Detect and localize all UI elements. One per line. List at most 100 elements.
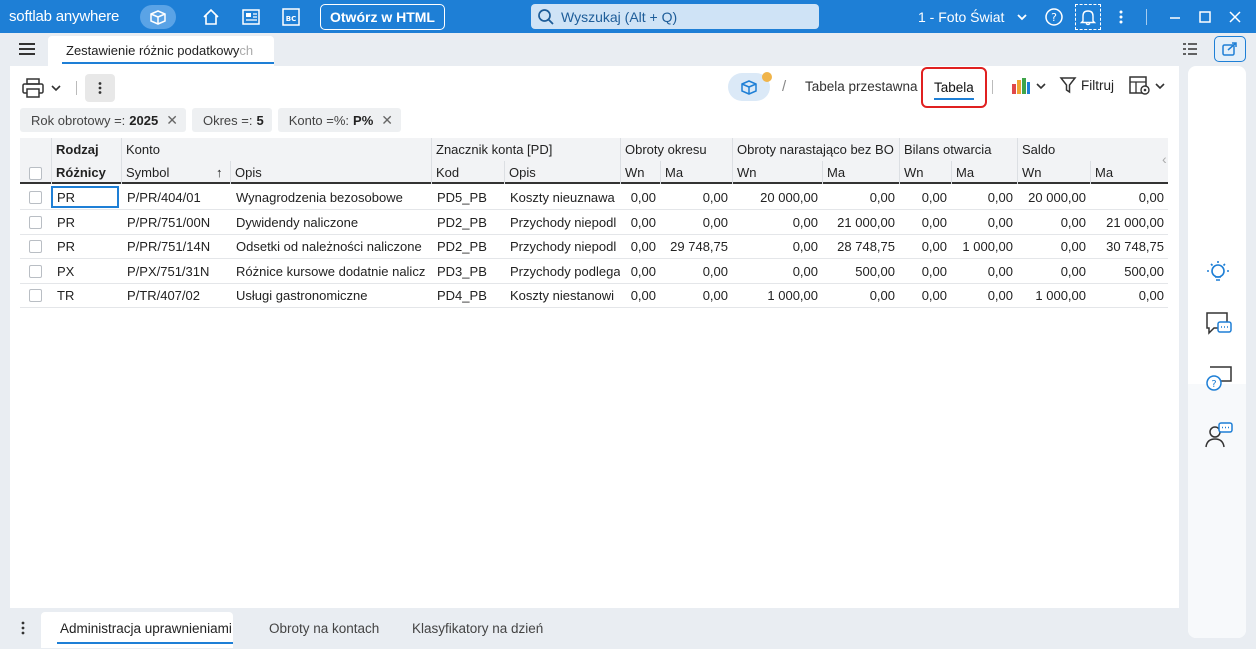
- cell-opis[interactable]: Różnice kursowe dodatnie nalicz: [230, 260, 431, 284]
- notifications-button[interactable]: [1073, 0, 1103, 33]
- question-chat-icon[interactable]: ?: [1204, 364, 1234, 397]
- cell-rodzaj[interactable]: PR: [51, 235, 121, 259]
- header-konto[interactable]: Konto: [121, 138, 431, 161]
- cell-on-wn[interactable]: 1 000,00: [732, 284, 822, 308]
- header-opis[interactable]: Opis: [230, 161, 431, 184]
- header-s-ma[interactable]: Ma: [1090, 161, 1168, 184]
- header-bilans-otwarcia[interactable]: Bilans otwarcia: [899, 138, 1017, 161]
- cell-oo-ma[interactable]: 0,00: [660, 260, 732, 284]
- header-symbol[interactable]: Symbol: [121, 161, 214, 184]
- header-on-wn[interactable]: Wn: [732, 161, 822, 184]
- cell-oo-ma[interactable]: 29 748,75: [660, 235, 732, 259]
- cell-on-wn[interactable]: 20 000,00: [732, 186, 822, 210]
- cell-opis[interactable]: Odsetki od należności naliczone: [230, 235, 431, 259]
- filter-button[interactable]: Filtruj: [1059, 76, 1114, 94]
- table-row[interactable]: PR P/PR/404/01 Wynagrodzenia bezosobowe PD5…: [20, 186, 1168, 210]
- header-on-ma[interactable]: Ma: [822, 161, 899, 184]
- cell-opis2[interactable]: Przychody niepodl: [504, 211, 620, 235]
- more-vertical-icon[interactable]: [1106, 0, 1136, 33]
- cell-on-ma[interactable]: 28 748,75: [822, 235, 899, 259]
- cell-bo-ma[interactable]: 0,00: [951, 186, 1017, 210]
- tab-pivot-table[interactable]: Tabela przestawna: [805, 79, 918, 94]
- share-button[interactable]: [1214, 36, 1246, 62]
- cell-opis2[interactable]: Przychody niepodl: [504, 235, 620, 259]
- newspaper-icon[interactable]: [234, 2, 268, 32]
- header-s-wn[interactable]: Wn: [1017, 161, 1090, 184]
- cell-bo-wn[interactable]: 0,00: [899, 211, 951, 235]
- cube-view-button[interactable]: [728, 72, 772, 101]
- cell-opis[interactable]: Dywidendy naliczone: [230, 211, 431, 235]
- select-all-checkbox[interactable]: [29, 167, 42, 180]
- cell-s-ma[interactable]: 500,00: [1090, 260, 1168, 284]
- filter-chip-year[interactable]: Rok obrotowy =: 2025 ✕: [20, 108, 186, 132]
- support-agent-icon[interactable]: [1204, 420, 1234, 453]
- cell-oo-wn[interactable]: 0,00: [620, 260, 660, 284]
- close-icon[interactable]: ✕: [166, 112, 178, 129]
- bc-icon[interactable]: BC: [274, 2, 308, 32]
- table-row[interactable]: PR P/PR/751/00N Dywidendy naliczone PD2_PB P…: [20, 211, 1168, 235]
- row-checkbox[interactable]: [29, 264, 42, 278]
- search-input[interactable]: Wyszukaj (Alt + Q): [531, 4, 819, 29]
- cell-bo-ma[interactable]: 0,00: [951, 284, 1017, 308]
- chevron-left-icon[interactable]: ‹: [1162, 151, 1167, 167]
- cell-oo-wn[interactable]: 0,00: [620, 235, 660, 259]
- cell-s-wn[interactable]: 0,00: [1017, 235, 1090, 259]
- cell-opis2[interactable]: Przychody podlega: [504, 260, 620, 284]
- cell-oo-ma[interactable]: 0,00: [660, 284, 732, 308]
- cell-oo-ma[interactable]: 0,00: [660, 211, 732, 235]
- cell-symbol[interactable]: P/PR/404/01: [121, 186, 230, 210]
- list-view-icon[interactable]: [1181, 41, 1199, 62]
- header-rodzaj[interactable]: Rodzaj: [51, 138, 121, 161]
- cell-symbol[interactable]: P/PR/751/00N: [121, 211, 230, 235]
- cell-bo-wn[interactable]: 0,00: [899, 235, 951, 259]
- cell-oo-wn[interactable]: 0,00: [620, 211, 660, 235]
- cell-symbol[interactable]: P/TR/407/02: [121, 284, 230, 308]
- cell-oo-wn[interactable]: 0,00: [620, 284, 660, 308]
- cell-on-wn[interactable]: 0,00: [732, 260, 822, 284]
- cell-symbol[interactable]: P/PX/751/31N: [121, 260, 230, 284]
- cell-bo-ma[interactable]: 1 000,00: [951, 235, 1017, 259]
- row-checkbox[interactable]: [29, 191, 42, 204]
- cell-opis[interactable]: Usługi gastronomiczne: [230, 284, 431, 308]
- filter-chip-account[interactable]: Konto =%: P% ✕: [277, 108, 402, 132]
- table-settings-button[interactable]: [1128, 75, 1166, 97]
- header-bo-ma[interactable]: Ma: [951, 161, 1017, 184]
- minimize-icon[interactable]: [1160, 0, 1190, 33]
- chat-icon[interactable]: [1204, 309, 1234, 342]
- header-obroty-narastajaco[interactable]: Obroty narastająco bez BO: [732, 138, 899, 161]
- cell-s-wn[interactable]: 20 000,00: [1017, 186, 1090, 210]
- close-icon[interactable]: ✕: [381, 112, 393, 129]
- cell-kod[interactable]: PD2_PB: [431, 235, 504, 259]
- cell-on-ma[interactable]: 21 000,00: [822, 211, 899, 235]
- row-checkbox[interactable]: [29, 240, 42, 253]
- header-saldo[interactable]: Saldo: [1017, 138, 1168, 161]
- bottom-tab-administracja[interactable]: Administracja uprawnieniami: [41, 612, 233, 648]
- menu-icon[interactable]: [18, 42, 36, 59]
- cell-on-ma[interactable]: 0,00: [822, 284, 899, 308]
- cell-bo-ma[interactable]: 0,00: [951, 260, 1017, 284]
- open-html-button[interactable]: Otwórz w HTML: [320, 3, 445, 30]
- cell-opis2[interactable]: Koszty niestanowi: [504, 284, 620, 308]
- cell-on-wn[interactable]: 0,00: [732, 235, 822, 259]
- header-bo-wn[interactable]: Wn: [899, 161, 951, 184]
- more-actions-button[interactable]: [85, 74, 115, 102]
- lightbulb-icon[interactable]: [1204, 258, 1232, 289]
- cell-symbol[interactable]: P/PR/751/14N: [121, 235, 230, 259]
- maximize-icon[interactable]: [1190, 0, 1220, 33]
- header-oo-wn[interactable]: Wn: [620, 161, 660, 184]
- cell-s-wn[interactable]: 0,00: [1017, 260, 1090, 284]
- cell-oo-ma[interactable]: 0,00: [660, 186, 732, 210]
- cell-bo-wn[interactable]: 0,00: [899, 186, 951, 210]
- cell-kod[interactable]: PD5_PB: [431, 186, 504, 210]
- cell-bo-wn[interactable]: 0,00: [899, 260, 951, 284]
- cell-rodzaj[interactable]: PX: [51, 260, 121, 284]
- company-selector[interactable]: 1 - Foto Świat: [918, 0, 1028, 33]
- cell-rodzaj[interactable]: PR: [51, 211, 121, 235]
- help-circle-icon[interactable]: ?: [1039, 0, 1069, 33]
- bottom-tab-klasyfikatory[interactable]: Klasyfikatory na dzień: [412, 612, 543, 648]
- document-tab[interactable]: Zestawienie różnic podatkowych: [48, 36, 274, 66]
- table-row[interactable]: PX P/PX/751/31N Różnice kursowe dodatnie n…: [20, 260, 1168, 284]
- cell-rodzaj[interactable]: TR: [51, 284, 121, 308]
- header-obroty-okresu[interactable]: Obroty okresu: [620, 138, 732, 161]
- cell-s-ma[interactable]: 0,00: [1090, 186, 1168, 210]
